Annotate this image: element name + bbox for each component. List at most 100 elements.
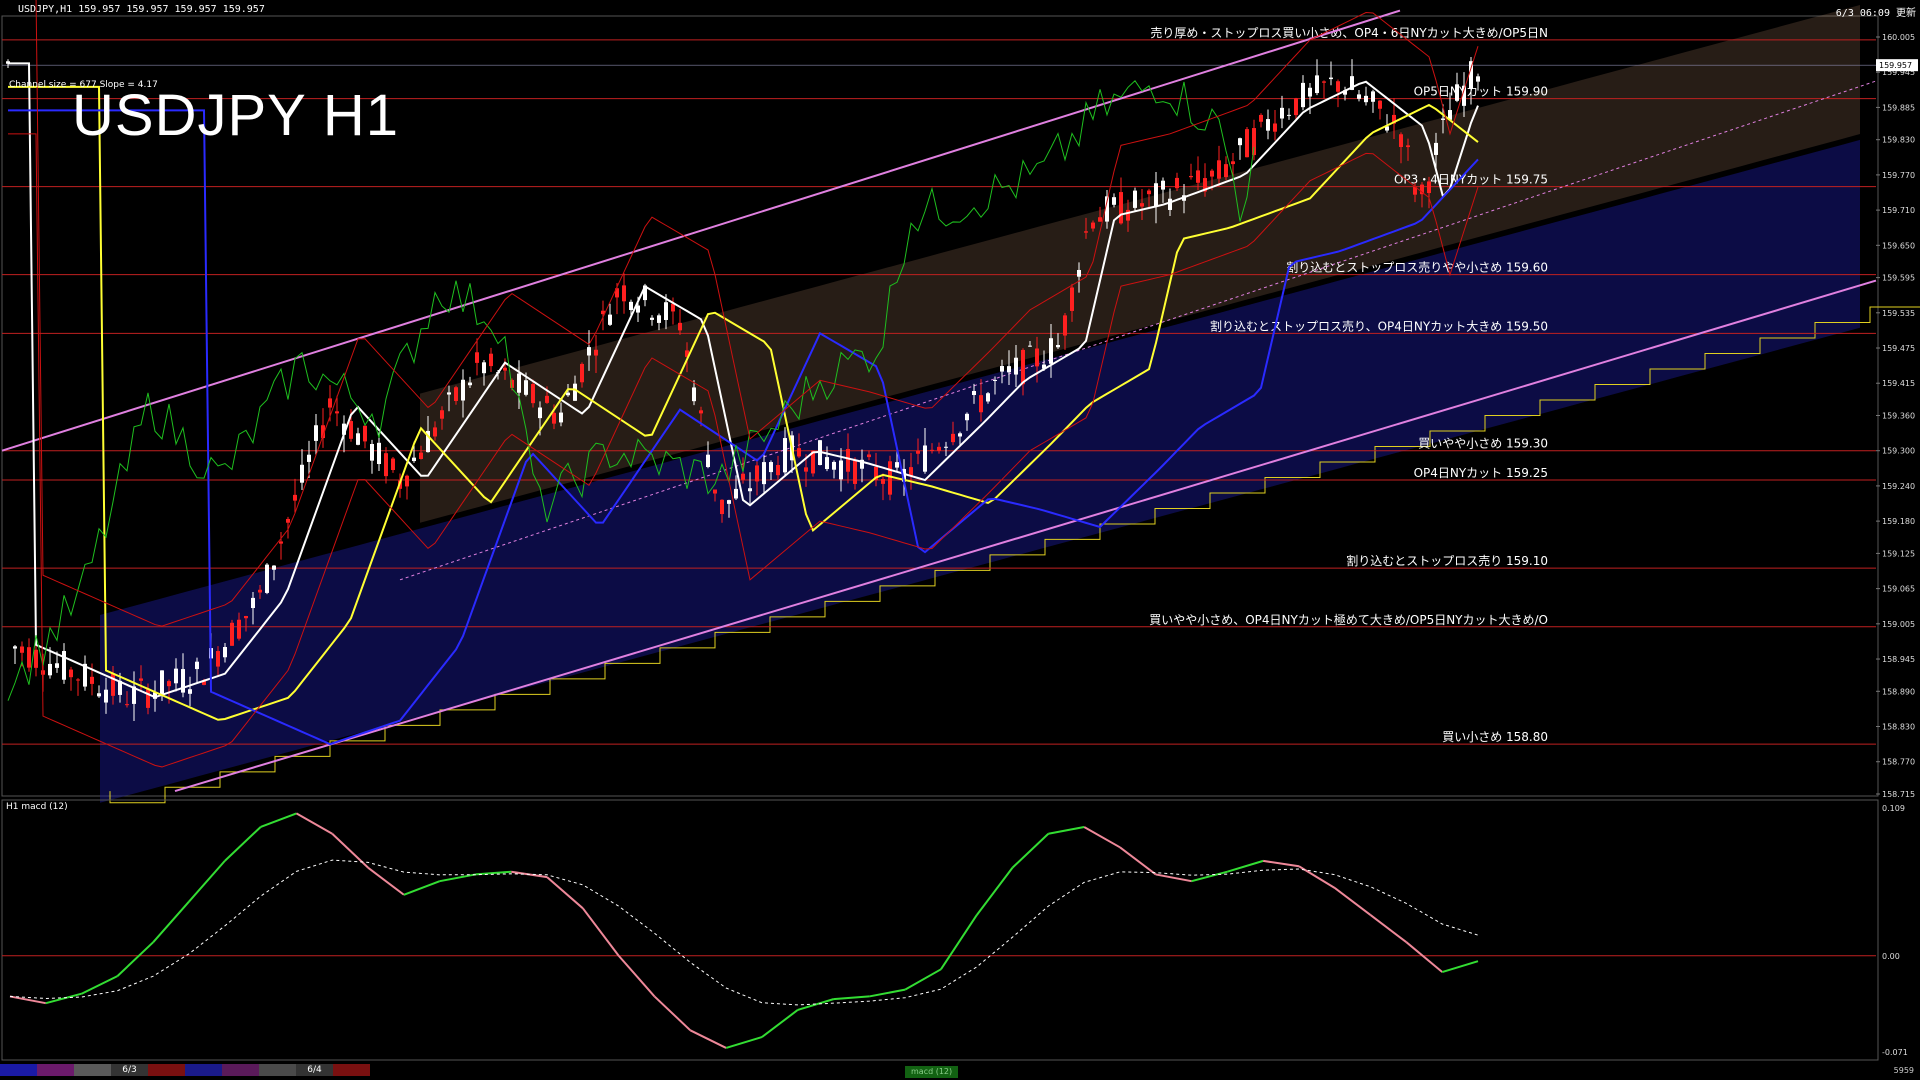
candle-body [62, 651, 66, 680]
candle-body [1399, 134, 1403, 148]
candle-body [223, 646, 227, 658]
y-tick-label: 159.885 [1882, 103, 1915, 112]
page-title: USDJPY H1 [72, 83, 400, 148]
candle-body [405, 475, 409, 487]
macd-segment [81, 975, 118, 995]
macd-segment [45, 992, 82, 1005]
candle-body [706, 454, 710, 468]
candle-body [1133, 190, 1137, 208]
macd-segment [9, 995, 46, 1005]
bottom-tab[interactable] [148, 1064, 185, 1076]
price-level-label: 割り込むとストップロス売り 159.10 [1346, 553, 1548, 568]
bottom-tab[interactable] [259, 1064, 296, 1076]
macd-segment [1405, 941, 1443, 973]
y-tick-label: 159.770 [1882, 171, 1915, 180]
y-tick-label: 159.415 [1882, 379, 1915, 388]
candle-body [482, 362, 486, 374]
candle-body [1119, 192, 1123, 224]
candle-body [825, 457, 829, 470]
candle-body [1014, 357, 1018, 375]
candle-body [986, 393, 990, 402]
candle-body [930, 449, 934, 451]
candle-body [573, 383, 577, 401]
y-tick-label: 159.240 [1882, 482, 1915, 491]
bottom-tab[interactable] [0, 1064, 37, 1076]
candle-body [328, 398, 332, 408]
macd-segment [582, 907, 620, 957]
candle-body [363, 425, 367, 442]
candle-body [1210, 170, 1214, 177]
candle-body [1154, 183, 1158, 207]
candle-body [1301, 82, 1305, 108]
candle-body [419, 452, 423, 459]
macd-segment [904, 968, 942, 991]
candle-body [160, 670, 164, 695]
bottom-tab[interactable]: 6/4 [296, 1064, 333, 1076]
candle-body [713, 489, 717, 494]
bottom-tab[interactable]: 6/3 [111, 1064, 148, 1076]
candle-body [853, 459, 857, 484]
candle-body [993, 379, 997, 381]
candle-body [1084, 231, 1088, 233]
candle-body [881, 479, 885, 484]
candle-body [1007, 366, 1011, 373]
candle-body [1259, 114, 1263, 122]
candle-body [678, 322, 682, 331]
candle-body [776, 464, 780, 476]
candle-body [1224, 164, 1228, 178]
candle-body [377, 442, 381, 465]
bottom-tab[interactable] [185, 1064, 222, 1076]
candle-body [1140, 203, 1144, 207]
bottom-tab[interactable] [333, 1064, 370, 1076]
candle-body [1434, 142, 1438, 155]
y-tick-label: 158.890 [1882, 687, 1915, 696]
candle-body [587, 347, 591, 356]
candle-body [335, 411, 339, 414]
candle-body [867, 454, 871, 458]
macd-tick-label: -0.071 [1882, 1048, 1908, 1057]
candle-body [1357, 94, 1361, 99]
candle-body [1112, 197, 1116, 205]
candle-body [461, 379, 465, 401]
candle-body [965, 413, 969, 421]
candle-body [1196, 170, 1200, 183]
candle-body [27, 647, 31, 668]
candle-body [1231, 161, 1235, 165]
candle-body [517, 373, 521, 393]
y-tick-label: 159.360 [1882, 412, 1915, 421]
macd-segment [439, 873, 476, 883]
macd-segment [295, 812, 333, 835]
candle-body [356, 433, 360, 445]
macd-segment [116, 941, 154, 977]
symbol-info: USDJPY,H1 159.957 159.957 159.957 159.95… [18, 4, 265, 15]
candle-body [671, 303, 675, 312]
macd-segment [188, 860, 226, 903]
channel-info: Channel size = 677 Slope = 4.17 [9, 80, 158, 90]
bottom-tab[interactable] [74, 1064, 111, 1076]
candle-body [580, 363, 584, 383]
candle-body [447, 392, 451, 395]
bottom-tab[interactable] [222, 1064, 259, 1076]
macd-tag[interactable]: macd (12) [905, 1066, 959, 1078]
candle-body [1315, 75, 1319, 94]
macd-segment [152, 900, 190, 943]
candle-body [629, 301, 633, 310]
candle-body [1273, 123, 1277, 132]
candle-body [370, 443, 374, 461]
macd-segment [546, 876, 584, 910]
price-level-label: 買いやや小さめ、OP4日NYカット極めて大きめ/OP5日NYカット大きめ/O [1149, 612, 1548, 627]
macd-segment [761, 1009, 799, 1038]
candle-body [244, 615, 248, 619]
candle-body [1476, 76, 1480, 82]
macd-segment [1227, 859, 1264, 873]
macd-segment [1191, 870, 1228, 883]
candle-body [720, 499, 724, 515]
candle-body [804, 467, 808, 472]
candle-body [433, 427, 437, 437]
y-tick-label: 159.535 [1882, 309, 1915, 318]
candle-body [1035, 348, 1039, 367]
candle-body [1126, 209, 1130, 221]
candle-body [545, 395, 549, 403]
candle-body [1280, 107, 1284, 119]
bottom-tab[interactable] [37, 1064, 74, 1076]
